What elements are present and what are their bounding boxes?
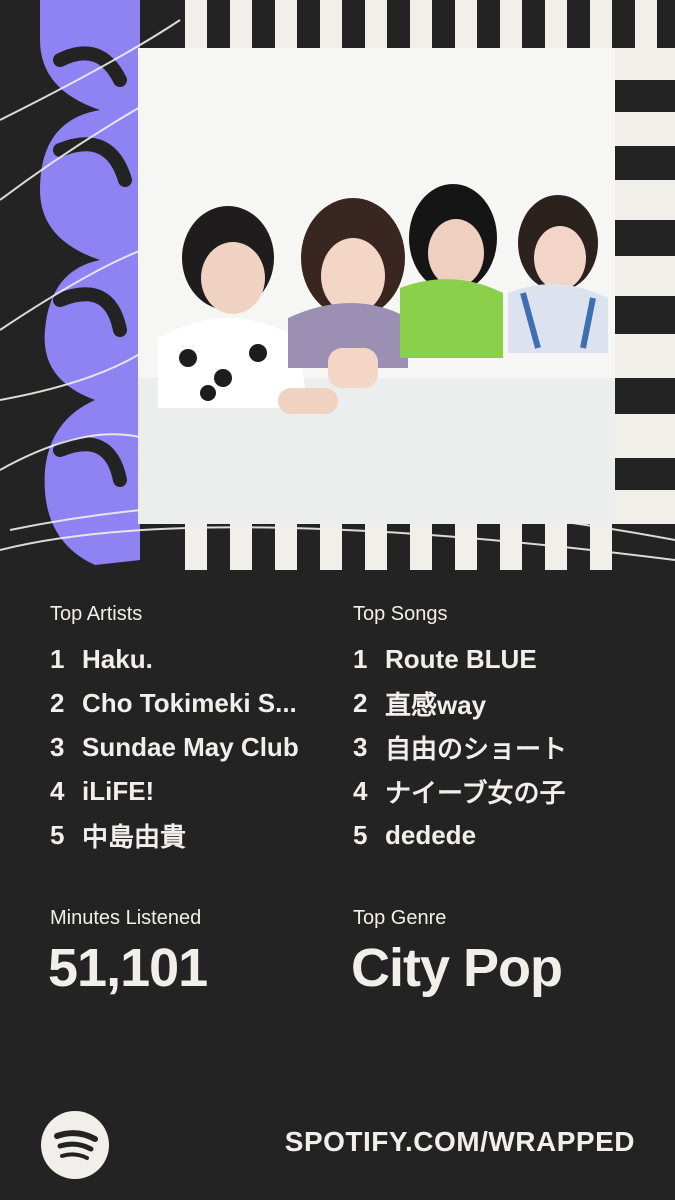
top-artists-label: Top Artists: [50, 603, 143, 625]
list-item: 5 中島由貴: [50, 813, 320, 857]
song-name: ナイーブ女の子: [385, 777, 566, 808]
rank: 1: [353, 643, 368, 674]
artist-name: Sundae May Club: [82, 731, 299, 762]
list-item: 4 ナイーブ女の子: [353, 769, 643, 813]
song-name: 自由のショート: [385, 733, 568, 764]
genre-label: Top Genre: [353, 907, 447, 929]
top-artists-list: 1 Haku. 2 Cho Tokimeki S... 3 Sundae May Cl…: [50, 637, 320, 857]
artist-name: Haku.: [82, 643, 153, 674]
artist-name: Cho Tokimeki S...: [82, 687, 297, 718]
rank: 5: [50, 819, 65, 850]
list-item: 1 Route BLUE: [353, 637, 643, 681]
rank: 2: [353, 687, 368, 718]
song-name: 直感way: [385, 689, 487, 720]
hero-graphic: [0, 0, 675, 570]
list-item: 5 dedede: [353, 813, 643, 857]
spotify-logo-icon[interactable]: [41, 1111, 109, 1179]
rank: 3: [50, 731, 65, 762]
artist-name: iLiFE!: [82, 775, 155, 806]
rank: 4: [50, 775, 65, 806]
list-item: 3 自由のショート: [353, 725, 643, 769]
top-songs-label: Top Songs: [353, 603, 448, 625]
top-songs-list: 1 Route BLUE 2 直感way 3 自由のショート 4 ナイーブ女の子 5 de…: [353, 637, 643, 857]
rank: 1: [50, 643, 65, 674]
band-photo-illustration: [138, 48, 615, 524]
list-item: 1 Haku.: [50, 637, 320, 681]
minutes-value: 51,101: [48, 938, 208, 998]
minutes-label: Minutes Listened: [50, 907, 202, 929]
rank: 4: [353, 775, 368, 806]
rank: 5: [353, 819, 368, 850]
genre-value: City Pop: [351, 938, 563, 998]
song-name: dedede: [385, 819, 477, 850]
list-item: 2 直感way: [353, 681, 643, 725]
wrapped-url-link[interactable]: SPOTIFY.COM/WRAPPED: [285, 1126, 635, 1158]
year-2025-graphic: [40, 0, 140, 565]
list-item: 3 Sundae May Club: [50, 725, 320, 769]
rank: 2: [50, 687, 65, 718]
song-name: Route BLUE: [385, 643, 537, 674]
artist-photo: [138, 48, 615, 524]
wrapped-card: Top Artists 1 Haku. 2 Cho Tokimeki S... 3S…: [0, 0, 675, 1200]
list-item: 2 Cho Tokimeki S...: [50, 681, 320, 725]
rank: 3: [353, 731, 368, 762]
artist-name: 中島由貴: [82, 821, 187, 852]
list-item: 4 iLiFE!: [50, 769, 320, 813]
